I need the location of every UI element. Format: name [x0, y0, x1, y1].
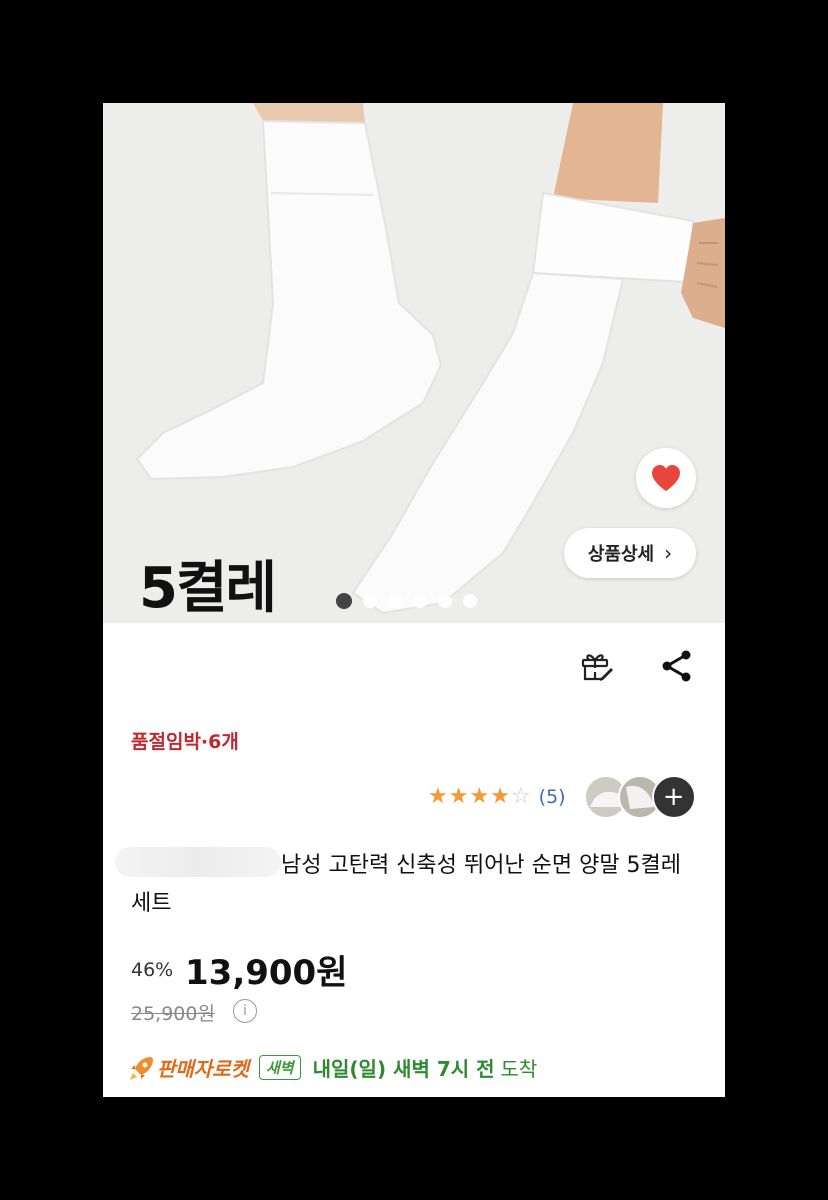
carousel-indicators — [336, 593, 477, 609]
product-detail-label: 상품상세 — [587, 544, 655, 565]
shipping-info: 판매자로켓 새벽 내일(일) 새벽 7시 전 도착 — [129, 1053, 537, 1082]
hero-caption: 5켤레 — [139, 556, 277, 621]
rating-count[interactable]: (5) — [539, 786, 566, 808]
stock-notice: 품절임박·6개 — [131, 731, 239, 753]
star-filled-icon: ★ — [448, 784, 469, 809]
delivery-eta-suffix: 도착 — [500, 1057, 538, 1081]
rating-stars: ★ ★ ★ ★ ☆ — [428, 786, 531, 808]
product-card: 5켤레 상품상세 › 품절임박·6개 ★ ★ ★ ★ ☆ (5) + 남성 고탄… — [103, 103, 725, 1097]
product-title-text: 남성 고탄력 신축성 뛰어난 순면 양말 5켤레 세트 — [131, 853, 682, 916]
dawn-delivery-badge: 새벽 — [259, 1055, 301, 1080]
carousel-dot[interactable] — [388, 594, 402, 608]
rating-row[interactable]: ★ ★ ★ ★ ☆ (5) + — [428, 775, 696, 819]
star-filled-icon: ★ — [428, 784, 448, 809]
star-filled-icon: ★ — [490, 784, 510, 809]
info-icon[interactable]: i — [233, 999, 257, 1023]
action-icons — [579, 648, 695, 684]
share-icon[interactable] — [659, 648, 695, 684]
product-title: 남성 고탄력 신축성 뛰어난 순면 양말 5켤레 세트 — [131, 847, 691, 923]
product-image-carousel[interactable]: 5켤레 상품상세 › — [103, 103, 725, 623]
star-empty-icon: ☆ — [510, 784, 531, 809]
review-thumbnails[interactable]: + — [583, 775, 696, 819]
delivery-eta: 내일(일) 새벽 7시 전 — [312, 1057, 495, 1081]
carousel-dot[interactable] — [336, 593, 352, 609]
carousel-dot[interactable] — [438, 594, 452, 608]
rocket-delivery-label: 판매자로켓 — [157, 1057, 249, 1081]
rocket-icon — [130, 1056, 153, 1080]
carousel-dot[interactable] — [363, 594, 377, 608]
heart-icon — [652, 465, 680, 491]
carousel-dot[interactable] — [413, 594, 427, 608]
sale-price: 13,900원 — [185, 953, 348, 993]
carousel-dot[interactable] — [463, 594, 477, 608]
star-filled-icon: ★ — [469, 784, 490, 809]
more-reviews-button[interactable]: + — [651, 775, 696, 819]
discount-rate: 46% — [131, 959, 174, 981]
chevron-right-icon: › — [664, 541, 673, 565]
original-price: 25,900원 — [131, 1003, 215, 1025]
favorite-button[interactable] — [636, 448, 696, 508]
product-detail-button[interactable]: 상품상세 › — [564, 528, 696, 578]
gift-icon[interactable] — [579, 648, 615, 684]
